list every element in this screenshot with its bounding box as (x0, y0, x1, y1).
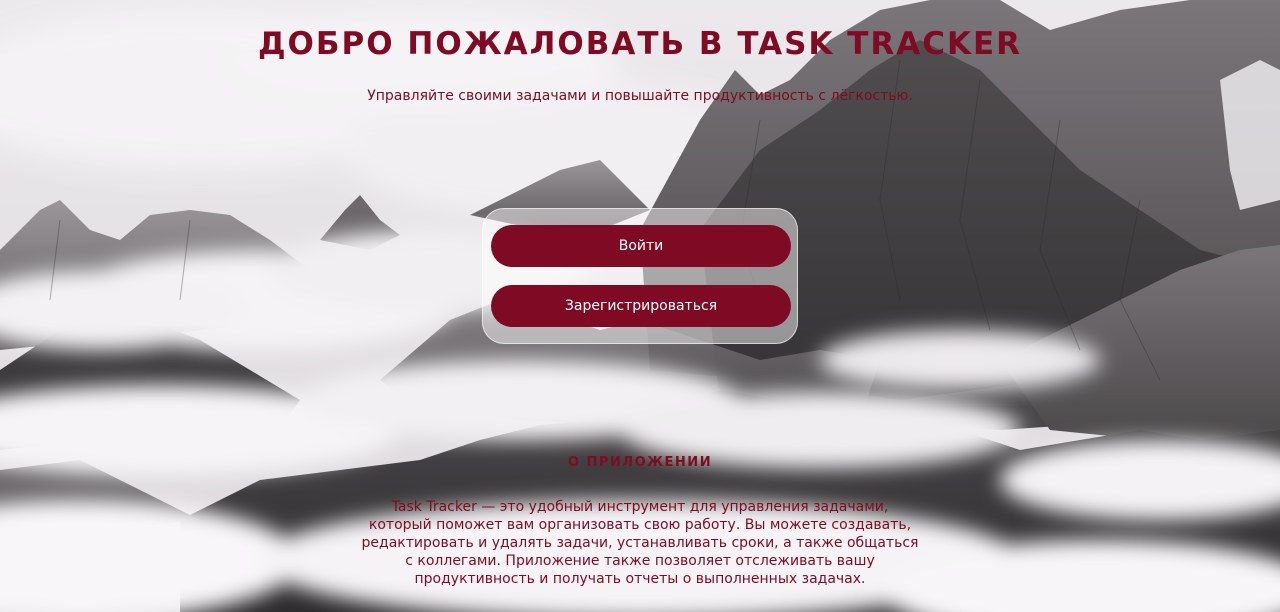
landing-page: ДОБРО ПОЖАЛОВАТЬ В TASK TRACKER Управляй… (0, 0, 1280, 612)
page-subtitle: Управляйте своими задачами и повышайте п… (367, 88, 913, 104)
auth-panel: Войти Зарегистрироваться (482, 208, 798, 344)
about-section-text: Task Tracker — это удобный инструмент дл… (361, 499, 919, 587)
page-title: ДОБРО ПОЖАЛОВАТЬ В TASK TRACKER (257, 26, 1023, 62)
about-section-title: О ПРИЛОЖЕНИИ (567, 455, 713, 470)
register-button[interactable]: Зарегистрироваться (491, 285, 791, 327)
login-button[interactable]: Войти (491, 225, 791, 267)
